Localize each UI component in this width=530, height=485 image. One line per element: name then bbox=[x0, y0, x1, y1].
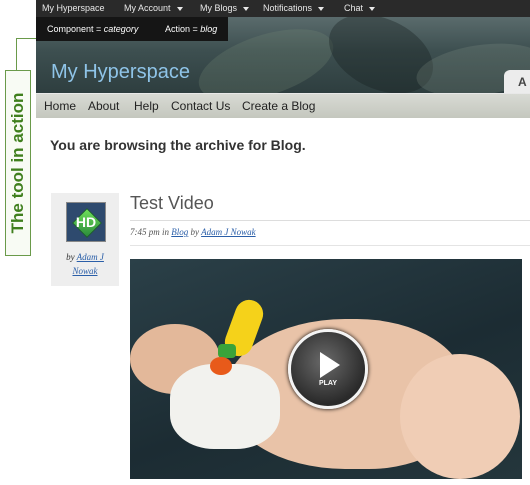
annotation-callout: The tool in action bbox=[5, 70, 31, 256]
admin-bar-notifications[interactable]: Notifications bbox=[263, 0, 325, 17]
nav-create-a-blog[interactable]: Create a Blog bbox=[242, 99, 315, 113]
annotation-connector bbox=[16, 38, 17, 70]
nav-about[interactable]: About bbox=[88, 99, 119, 113]
site-title[interactable]: My Hyperspace bbox=[51, 61, 190, 84]
chevron-down-icon bbox=[176, 6, 183, 11]
annotation-strip: The tool in action bbox=[0, 0, 40, 485]
admin-bar-chat-label: Chat bbox=[344, 3, 364, 13]
admin-bar-my-blogs[interactable]: My Blogs bbox=[200, 0, 250, 17]
annotation-label: The tool in action bbox=[8, 92, 27, 234]
archive-heading: You are browsing the archive for Blog. bbox=[50, 137, 306, 153]
tooltip-action-key: Action = bbox=[165, 24, 201, 34]
admin-bar-site[interactable]: My Hyperspace bbox=[42, 0, 105, 17]
admin-bar-my-account[interactable]: My Account bbox=[124, 0, 183, 17]
tooltip-action: Action = blog bbox=[165, 24, 217, 34]
author-link-line1[interactable]: Adam J bbox=[77, 252, 104, 262]
post-title[interactable]: Test Video bbox=[130, 193, 214, 214]
video-player[interactable]: PLAY bbox=[130, 259, 522, 479]
main-content: You are browsing the archive for Blog. H… bbox=[36, 118, 530, 485]
post-category-link[interactable]: Blog bbox=[171, 227, 188, 237]
video-still bbox=[170, 364, 280, 449]
header-tab[interactable]: A bbox=[504, 70, 530, 93]
author-link-line2[interactable]: Nowak bbox=[72, 266, 97, 276]
post-in-text: in bbox=[162, 227, 170, 237]
post-meta: 7:45 pm in Blog by Adam J Nowak bbox=[130, 227, 256, 237]
admin-bar-my-blogs-label: My Blogs bbox=[200, 3, 238, 13]
component-action-tooltip: Component = category Action = blog bbox=[36, 17, 228, 41]
tooltip-component-key: Component = bbox=[47, 24, 104, 34]
chevron-down-icon bbox=[243, 6, 250, 11]
post-author-link[interactable]: Adam J Nowak bbox=[201, 227, 256, 237]
video-still bbox=[400, 354, 520, 479]
play-icon bbox=[320, 352, 340, 378]
avatar[interactable]: HD bbox=[66, 202, 106, 242]
blog-page: My Hyperspace My Account My Blogs Notifi… bbox=[36, 0, 530, 485]
admin-bar-notifications-label: Notifications bbox=[263, 3, 313, 13]
chevron-down-icon bbox=[369, 6, 376, 11]
play-button[interactable]: PLAY bbox=[288, 329, 368, 409]
avatar-text: HD bbox=[75, 214, 97, 230]
chevron-down-icon bbox=[318, 6, 325, 11]
post-by-text: by bbox=[190, 227, 200, 237]
nav-help[interactable]: Help bbox=[134, 99, 159, 113]
admin-bar: My Hyperspace My Account My Blogs Notifi… bbox=[36, 0, 530, 17]
admin-bar-my-account-label: My Account bbox=[124, 3, 171, 13]
divider bbox=[130, 245, 530, 246]
nav-home[interactable]: Home bbox=[44, 99, 76, 113]
admin-bar-chat[interactable]: Chat bbox=[344, 0, 376, 17]
tooltip-component: Component = category bbox=[47, 24, 138, 34]
nav-contact-us[interactable]: Contact Us bbox=[171, 99, 230, 113]
main-nav: Home About Help Contact Us Create a Blog bbox=[36, 93, 530, 119]
author-by-text: by bbox=[66, 252, 75, 262]
divider bbox=[130, 220, 530, 221]
tooltip-component-value: category bbox=[103, 24, 139, 34]
tooltip-action-value: blog bbox=[200, 24, 218, 34]
video-still bbox=[218, 344, 236, 358]
author-box: HD by Adam J Nowak bbox=[51, 193, 119, 286]
video-still bbox=[210, 357, 232, 375]
author-byline: by Adam J Nowak bbox=[51, 250, 119, 278]
play-label: PLAY bbox=[318, 380, 338, 387]
post-time: 7:45 pm bbox=[130, 227, 160, 237]
